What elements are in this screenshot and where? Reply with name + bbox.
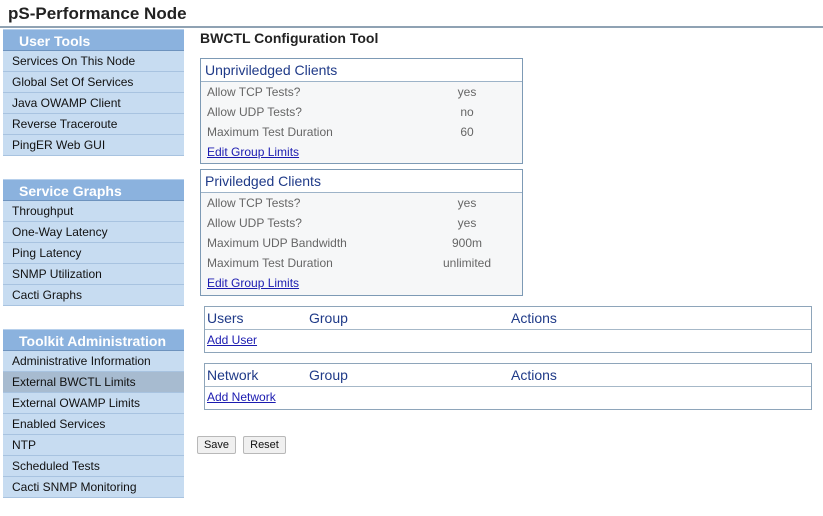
- setting-label: Maximum Test Duration: [207, 256, 333, 270]
- setting-label: Allow UDP Tests?: [207, 105, 302, 119]
- setting-label: Allow TCP Tests?: [207, 196, 301, 210]
- sidebar-item-administrative-information[interactable]: Administrative Information: [3, 351, 184, 372]
- sidebar: User Tools Services On This Node Global …: [3, 29, 184, 498]
- setting-label: Maximum Test Duration: [207, 125, 333, 139]
- group-column-header: Group: [309, 367, 348, 383]
- setting-value: no: [460, 105, 474, 119]
- privileged-clients-panel: Priviledged Clients Allow TCP Tests? yes…: [200, 169, 523, 296]
- setting-row: Allow TCP Tests? yes: [201, 193, 522, 213]
- page-title: pS-Performance Node: [8, 4, 187, 23]
- sidebar-item-scheduled-tests[interactable]: Scheduled Tests: [3, 456, 184, 477]
- add-user-link[interactable]: Add User: [207, 333, 257, 347]
- setting-row: Maximum Test Duration unlimited: [201, 253, 522, 273]
- network-table: Network Group Actions Add Network: [204, 363, 812, 410]
- setting-value: 60: [460, 125, 474, 139]
- setting-row: Edit Group Limits: [201, 273, 522, 293]
- sidebar-item-global-set-of-services[interactable]: Global Set Of Services: [3, 72, 184, 93]
- main-title: BWCTL Configuration Tool: [200, 30, 379, 46]
- setting-label: Allow UDP Tests?: [207, 216, 302, 230]
- users-table-header: Users Group Actions: [205, 307, 811, 330]
- sidebar-section-user-tools: User Tools: [3, 29, 184, 51]
- setting-value: yes: [457, 216, 477, 230]
- network-table-header: Network Group Actions: [205, 364, 811, 387]
- group-column-header: Group: [309, 310, 348, 326]
- setting-value: yes: [457, 85, 477, 99]
- sidebar-item-services-on-this-node[interactable]: Services On This Node: [3, 51, 184, 72]
- edit-group-limits-link-unprivileged[interactable]: Edit Group Limits: [207, 142, 299, 162]
- save-button[interactable]: Save: [197, 436, 236, 454]
- sidebar-item-ntp[interactable]: NTP: [3, 435, 184, 456]
- actions-column-header: Actions: [511, 367, 557, 383]
- sidebar-section-service-graphs: Service Graphs: [3, 179, 184, 201]
- sidebar-item-enabled-services[interactable]: Enabled Services: [3, 414, 184, 435]
- sidebar-item-cacti-snmp-monitoring[interactable]: Cacti SNMP Monitoring: [3, 477, 184, 498]
- unprivileged-clients-body: Allow TCP Tests? yes Allow UDP Tests? no…: [201, 82, 522, 163]
- setting-value: 900m: [451, 236, 483, 250]
- setting-label: Allow TCP Tests?: [207, 85, 301, 99]
- unprivileged-clients-panel: Unpriviledged Clients Allow TCP Tests? y…: [200, 58, 523, 164]
- sidebar-section-toolkit-administration: Toolkit Administration: [3, 329, 184, 351]
- setting-row: Maximum UDP Bandwidth 900m: [201, 233, 522, 253]
- page-header: pS-Performance Node: [0, 0, 823, 28]
- sidebar-item-java-owamp-client[interactable]: Java OWAMP Client: [3, 93, 184, 114]
- sidebar-item-external-bwctl-limits[interactable]: External BWCTL Limits: [3, 372, 184, 393]
- setting-row: Allow TCP Tests? yes: [201, 82, 522, 102]
- sidebar-item-cacti-graphs[interactable]: Cacti Graphs: [3, 285, 184, 306]
- table-row: Add Network: [205, 387, 811, 408]
- privileged-clients-heading: Priviledged Clients: [201, 170, 522, 193]
- sidebar-item-pinger-web-gui[interactable]: PingER Web GUI: [3, 135, 184, 156]
- setting-row: Allow UDP Tests? yes: [201, 213, 522, 233]
- setting-row: Allow UDP Tests? no: [201, 102, 522, 122]
- sidebar-item-throughput[interactable]: Throughput: [3, 201, 184, 222]
- table-row: Add User: [205, 330, 811, 351]
- setting-value: unlimited: [442, 256, 492, 270]
- privileged-clients-body: Allow TCP Tests? yes Allow UDP Tests? ye…: [201, 193, 522, 295]
- users-table: Users Group Actions Add User: [204, 306, 812, 353]
- setting-row: Edit Group Limits: [201, 142, 522, 162]
- unprivileged-clients-heading: Unpriviledged Clients: [201, 59, 522, 82]
- setting-row: Maximum Test Duration 60: [201, 122, 522, 142]
- sidebar-item-reverse-traceroute[interactable]: Reverse Traceroute: [3, 114, 184, 135]
- sidebar-item-snmp-utilization[interactable]: SNMP Utilization: [3, 264, 184, 285]
- sidebar-item-ping-latency[interactable]: Ping Latency: [3, 243, 184, 264]
- edit-group-limits-link-privileged[interactable]: Edit Group Limits: [207, 273, 299, 293]
- setting-value: yes: [457, 196, 477, 210]
- network-column-header: Network: [207, 367, 259, 383]
- setting-label: Maximum UDP Bandwidth: [207, 236, 347, 250]
- reset-button[interactable]: Reset: [243, 436, 286, 454]
- actions-column-header: Actions: [511, 310, 557, 326]
- users-column-header: Users: [207, 310, 244, 326]
- add-network-link[interactable]: Add Network: [207, 390, 276, 404]
- sidebar-item-external-owamp-limits[interactable]: External OWAMP Limits: [3, 393, 184, 414]
- sidebar-item-one-way-latency[interactable]: One-Way Latency: [3, 222, 184, 243]
